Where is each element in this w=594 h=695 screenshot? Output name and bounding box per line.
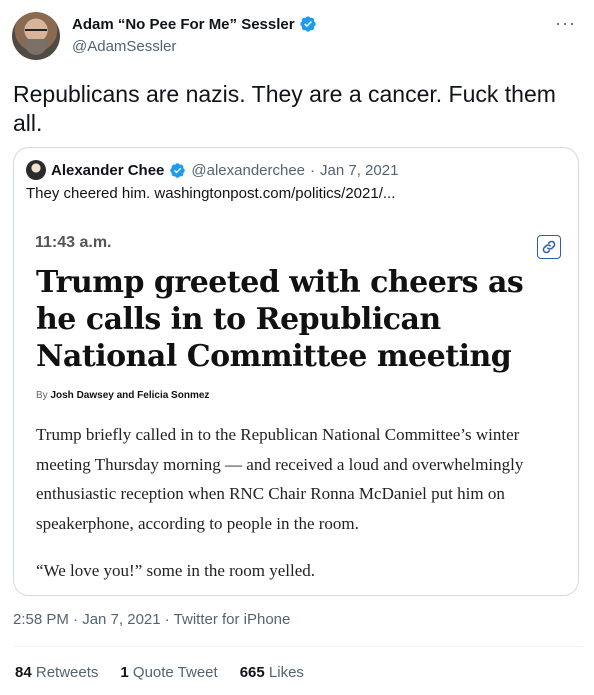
retweets-label: Retweets xyxy=(35,664,99,681)
link-icon[interactable] xyxy=(537,235,561,259)
author-name-row[interactable]: Adam “No Pee For Me” Sessler xyxy=(72,15,317,33)
quoted-separator: · xyxy=(310,161,316,179)
quote-tweets-stat[interactable]: 1 Quote Tweet xyxy=(120,664,217,681)
quoted-tweet-text: They cheered him. washingtonpost.com/pol… xyxy=(26,185,396,202)
article-headline: Trump greeted with cheers as he calls in… xyxy=(36,265,524,374)
article-byline: By Josh Dawsey and Felicia Sonmez xyxy=(36,390,209,401)
article-screenshot: 11:43 a.m. Trump greeted with cheers as … xyxy=(14,210,578,595)
divider xyxy=(13,646,583,647)
article-paragraph-2: “We love you!” some in the room yelled. xyxy=(36,561,316,580)
author-avatar[interactable] xyxy=(12,12,60,60)
avatar-beard xyxy=(25,39,47,55)
tweet-header: Adam “No Pee For Me” Sessler @AdamSessle… xyxy=(12,12,582,64)
quoted-author-handle: @alexanderchee xyxy=(191,161,306,179)
byline-authors: Josh Dawsey and Felicia Sonmez xyxy=(50,390,210,401)
byline-prefix: By xyxy=(36,390,48,401)
article-time: 11:43 a.m. xyxy=(35,234,112,251)
quotes-label: Quote Tweet xyxy=(132,664,218,681)
quoted-date: Jan 7, 2021 xyxy=(320,161,399,179)
likes-stat[interactable]: 665 Likes xyxy=(240,664,304,681)
author-handle[interactable]: @AdamSessler xyxy=(72,38,176,55)
verified-badge-icon xyxy=(299,16,316,32)
link-icon-glyph xyxy=(542,240,556,254)
quoted-author-avatar[interactable] xyxy=(26,160,46,180)
quotes-count: 1 xyxy=(120,664,129,681)
quoted-tweet-header: Alexander Chee @alexanderchee · Jan 7, 2… xyxy=(26,160,398,180)
tweet-timestamp[interactable]: 2:58 PM · Jan 7, 2021 · Twitter for iPho… xyxy=(13,611,290,628)
avatar-glasses xyxy=(25,29,47,35)
more-options-icon[interactable]: ··· xyxy=(555,14,576,32)
likes-label: Likes xyxy=(268,664,304,681)
retweets-stat[interactable]: 84 Retweets xyxy=(15,664,98,681)
likes-count: 665 xyxy=(239,664,265,681)
retweets-count: 84 xyxy=(15,664,32,681)
quoted-tweet[interactable]: Alexander Chee @alexanderchee · Jan 7, 2… xyxy=(13,147,579,596)
tweet-text: Republicans are nazis. They are a cancer… xyxy=(13,81,556,136)
quoted-author-name: Alexander Chee xyxy=(51,161,165,179)
verified-badge-icon xyxy=(170,162,186,178)
article-paragraph-1: Trump briefly called in to the Republica… xyxy=(36,425,524,533)
tweet-stats: 84 Retweets 1 Quote Tweet 665 Likes xyxy=(15,664,304,681)
author-display-name[interactable]: Adam “No Pee For Me” Sessler xyxy=(72,16,295,33)
